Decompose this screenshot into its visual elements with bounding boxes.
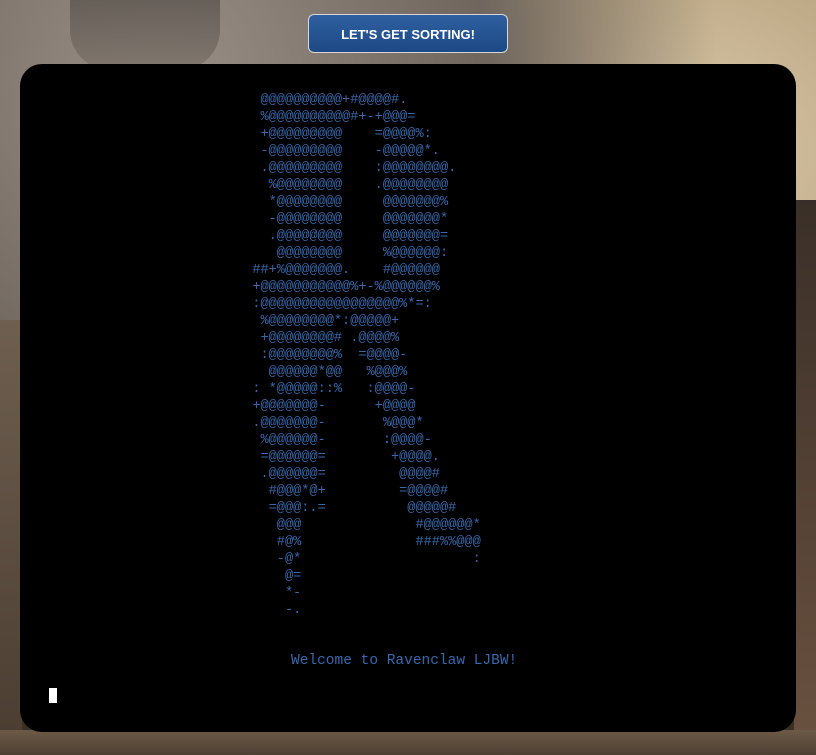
lets-get-sorting-button[interactable]: LET'S GET SORTING! — [308, 14, 508, 53]
terminal-cursor[interactable] — [49, 688, 57, 703]
ravenclaw-ascii-art: @@@@@@@@@@+#@@@@#. %@@@@@@@@@@#+-+@@@= +… — [252, 93, 481, 618]
background-castle-left — [0, 320, 22, 755]
background-ground — [0, 730, 816, 755]
welcome-message: Welcome to Ravenclaw LJBW! — [291, 653, 518, 669]
terminal-window[interactable]: @@@@@@@@@@+#@@@@#. %@@@@@@@@@@#+-+@@@= +… — [20, 64, 796, 732]
background-castle-right — [794, 200, 816, 755]
background-tower — [70, 0, 220, 70]
